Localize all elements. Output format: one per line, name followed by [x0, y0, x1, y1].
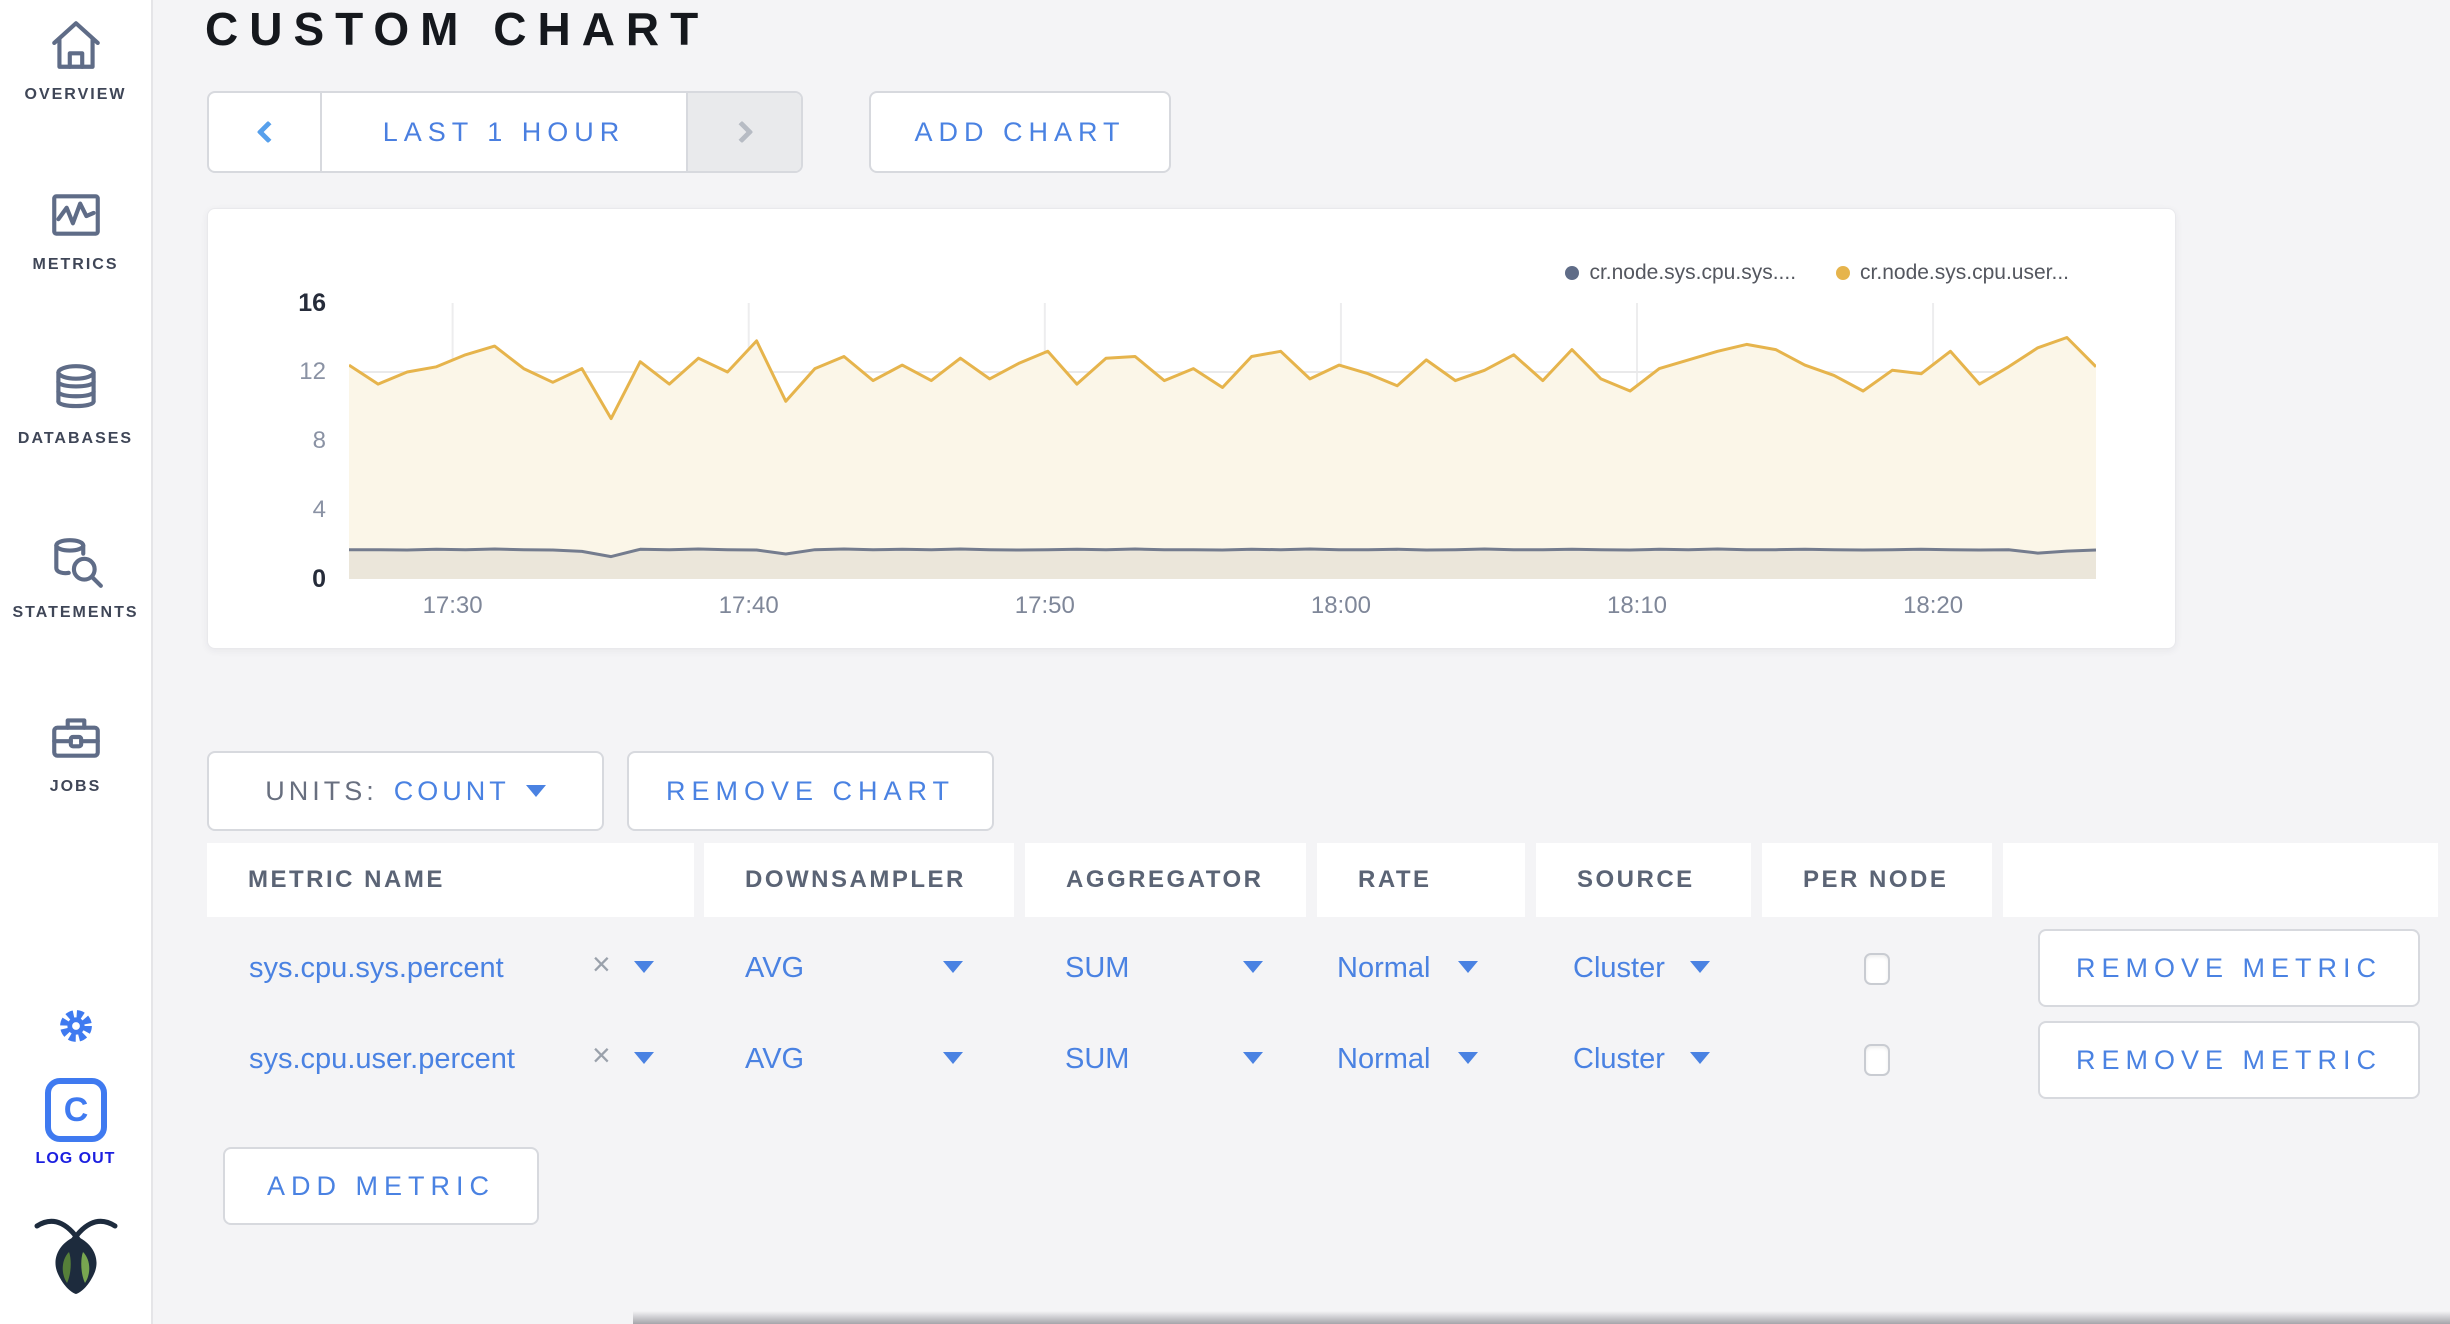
units-value: COUNT — [393, 775, 510, 806]
add-metric-button[interactable]: ADD METRIC — [223, 1147, 539, 1225]
rate-dropdown[interactable]: Normal — [1337, 1043, 1430, 1076]
y-axis-tick: 12 — [299, 358, 326, 385]
column-header-downsampler: DOWNSAMPLER — [704, 843, 1014, 917]
remove-metric-button[interactable]: REMOVE METRIC — [2038, 929, 2420, 1007]
legend-item: cr.node.sys.cpu.user... — [1836, 261, 2069, 285]
units-label: UNITS: — [265, 775, 378, 806]
svg-text:18:20: 18:20 — [1903, 592, 1963, 619]
time-range-next-button[interactable] — [686, 93, 801, 171]
chart-legend: cr.node.sys.cpu.sys.... cr.node.sys.cpu.… — [1565, 261, 2069, 285]
legend-dot — [1565, 266, 1580, 280]
y-axis-tick: 16 — [298, 289, 326, 317]
downsampler-dropdown[interactable]: AVG — [745, 952, 804, 985]
horizontal-scrollbar[interactable] — [633, 1311, 2450, 1324]
aggregator-dropdown[interactable]: SUM — [1065, 952, 1129, 985]
column-header-aggregator: AGGREGATOR — [1025, 843, 1306, 917]
legend-label: cr.node.sys.cpu.user... — [1860, 261, 2069, 284]
cockroach-bug-icon — [34, 1214, 118, 1301]
chevron-right-icon — [730, 120, 753, 144]
caret-down-icon[interactable] — [1458, 961, 1478, 973]
sidebar-item-label: DATABASES — [17, 430, 134, 447]
rate-dropdown[interactable]: Normal — [1337, 952, 1430, 985]
svg-text:18:00: 18:00 — [1311, 592, 1371, 619]
column-header-source: SOURCE — [1536, 843, 1751, 917]
time-range-prev-button[interactable] — [209, 93, 322, 171]
caret-down-icon — [525, 785, 546, 797]
briefcase-icon — [0, 708, 151, 766]
sidebar-item-label: STATEMENTS — [12, 604, 139, 621]
svg-text:17:50: 17:50 — [1015, 592, 1075, 619]
metric-name-dropdown[interactable]: sys.cpu.sys.percent — [249, 952, 504, 985]
column-header-per-node: PER NODE — [1762, 843, 1992, 917]
column-header-rate: RATE — [1317, 843, 1525, 917]
per-node-checkbox[interactable] — [1864, 1044, 1890, 1076]
sidebar-item-label: METRICS — [32, 256, 119, 273]
c-logo-letter: C — [63, 1090, 89, 1129]
caret-down-icon[interactable] — [1690, 1052, 1710, 1064]
sidebar-item-label: JOBS — [49, 778, 102, 795]
logout-button[interactable]: LOG OUT — [0, 1150, 151, 1168]
svg-text:17:40: 17:40 — [719, 592, 779, 619]
caret-down-icon[interactable] — [1458, 1052, 1478, 1064]
downsampler-dropdown[interactable]: AVG — [745, 1043, 804, 1076]
svg-text:17:30: 17:30 — [423, 592, 483, 619]
source-dropdown[interactable]: Cluster — [1573, 952, 1665, 985]
database-icon — [0, 360, 151, 418]
chart-pulse-icon — [0, 186, 151, 244]
caret-down-icon[interactable] — [1243, 961, 1263, 973]
settings-button[interactable] — [0, 1001, 151, 1056]
sidebar-item-statements[interactable]: STATEMENTS — [0, 534, 151, 622]
c-logo-icon[interactable]: C — [45, 1078, 107, 1142]
aggregator-dropdown[interactable]: SUM — [1065, 1043, 1129, 1076]
y-axis-tick: 0 — [312, 565, 326, 593]
caret-down-icon[interactable] — [1243, 1052, 1263, 1064]
sidebar-item-databases[interactable]: DATABASES — [0, 360, 151, 448]
caret-down-icon[interactable] — [943, 961, 963, 973]
legend-item: cr.node.sys.cpu.sys.... — [1565, 261, 1796, 285]
y-axis-tick: 4 — [312, 496, 326, 523]
remove-chart-button[interactable]: REMOVE CHART — [627, 751, 994, 831]
caret-down-icon[interactable] — [1690, 961, 1710, 973]
sidebar-item-metrics[interactable]: METRICS — [0, 186, 151, 274]
metric-name-dropdown[interactable]: sys.cpu.user.percent — [249, 1043, 515, 1076]
x-icon[interactable]: × — [592, 946, 611, 983]
database-search-icon — [0, 534, 151, 592]
caret-down-icon[interactable] — [943, 1052, 963, 1064]
column-header-metric-name: METRIC NAME — [207, 843, 694, 917]
sidebar-item-label: OVERVIEW — [24, 86, 127, 103]
y-axis-tick: 8 — [312, 427, 326, 454]
chevron-left-icon — [256, 120, 279, 144]
units-dropdown[interactable]: UNITS: COUNT — [207, 751, 604, 831]
sidebar-item-overview[interactable]: OVERVIEW — [0, 16, 151, 104]
x-icon[interactable]: × — [592, 1037, 611, 1074]
legend-dot — [1836, 266, 1851, 280]
svg-text:18:10: 18:10 — [1607, 592, 1667, 619]
caret-down-icon[interactable] — [634, 961, 654, 973]
sidebar: OVERVIEW METRICS DATABASES STATEMENTS JO… — [0, 0, 153, 1324]
time-range-label[interactable]: LAST 1 HOUR — [322, 93, 686, 171]
caret-down-icon[interactable] — [634, 1052, 654, 1064]
sidebar-item-jobs[interactable]: JOBS — [0, 708, 151, 796]
legend-label: cr.node.sys.cpu.sys.... — [1589, 261, 1797, 284]
per-node-checkbox[interactable] — [1864, 953, 1890, 985]
chart-card: cr.node.sys.cpu.sys.... cr.node.sys.cpu.… — [207, 208, 2176, 649]
page-title: CUSTOM CHART — [205, 3, 710, 55]
source-dropdown[interactable]: Cluster — [1573, 1043, 1665, 1076]
column-header-actions — [2003, 843, 2438, 917]
time-range-selector: LAST 1 HOUR — [207, 91, 803, 173]
gear-icon — [51, 1010, 101, 1055]
timeseries-chart: 17:30 17:40 17:50 18:00 18:10 18:20 — [349, 303, 2096, 619]
home-icon — [0, 16, 151, 74]
add-chart-button[interactable]: ADD CHART — [869, 91, 1171, 173]
remove-metric-button[interactable]: REMOVE METRIC — [2038, 1021, 2420, 1099]
